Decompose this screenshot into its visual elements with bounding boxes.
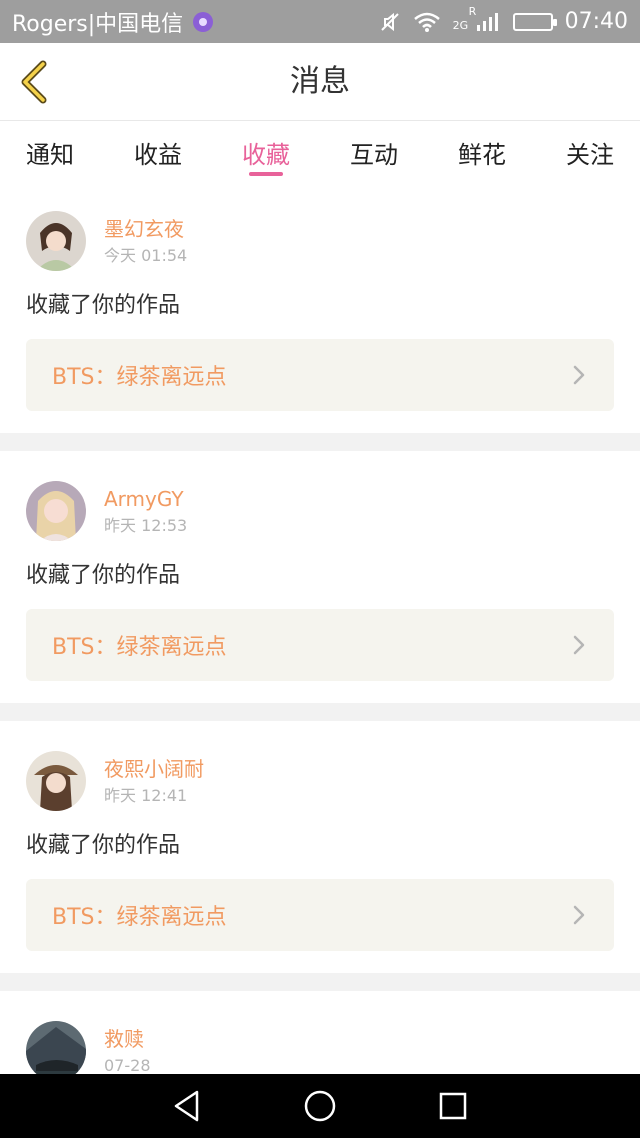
message-header: ArmyGY 昨天 12:53 xyxy=(26,481,614,541)
message-meta: ArmyGY 昨天 12:53 xyxy=(104,485,187,537)
header: 消息 xyxy=(0,43,640,121)
timestamp: 昨天 12:41 xyxy=(104,786,188,805)
wifi-icon xyxy=(413,11,441,33)
message-meta: 夜熙小阔耐 昨天 12:41 xyxy=(104,755,204,807)
avatar[interactable] xyxy=(26,211,86,271)
work-link[interactable]: BTS：绿茶离远点 xyxy=(26,609,614,681)
nav-back-button[interactable] xyxy=(167,1086,207,1126)
action-text: 收藏了你的作品 xyxy=(26,293,181,318)
square-recent-icon xyxy=(440,1092,467,1120)
triangle-back-icon xyxy=(174,1090,198,1122)
action-text: 收藏了你的作品 xyxy=(26,563,181,588)
status-right: 2G R 07:40 xyxy=(379,5,628,34)
tab-notifications[interactable]: 通知 xyxy=(26,121,74,181)
message-card: 救赎 07-28 xyxy=(0,991,640,1074)
tab-interactions[interactable]: 互动 xyxy=(350,121,398,181)
page-title: 消息 xyxy=(290,64,350,99)
chevron-right-icon xyxy=(570,365,588,385)
tab-earnings[interactable]: 收益 xyxy=(134,121,182,181)
message-header: 墨幻玄夜 今天 01:54 xyxy=(26,211,614,271)
action-text: 收藏了你的作品 xyxy=(26,833,181,858)
app-notification-icon xyxy=(193,11,214,32)
network-type: 2G xyxy=(452,18,469,32)
status-bar: Rogers|中国电信 2G R 07:40 xyxy=(0,0,640,43)
username[interactable]: 墨幻玄夜 xyxy=(104,215,187,243)
work-link[interactable]: BTS：绿茶离远点 xyxy=(26,339,614,411)
mute-icon xyxy=(379,11,401,33)
username[interactable]: 救赎 xyxy=(104,1025,151,1053)
message-card: ArmyGY 昨天 12:53 收藏了你的作品 BTS：绿茶离远点 xyxy=(0,451,640,703)
message-card: 夜熙小阔耐 昨天 12:41 收藏了你的作品 BTS：绿茶离远点 xyxy=(0,721,640,973)
work-title: BTS：绿茶离远点 xyxy=(52,635,227,660)
message-meta: 墨幻玄夜 今天 01:54 xyxy=(104,215,187,267)
message-meta: 救赎 07-28 xyxy=(104,1025,151,1074)
message-card: 墨幻玄夜 今天 01:54 收藏了你的作品 BTS：绿茶离远点 xyxy=(0,181,640,433)
nav-recent-button[interactable] xyxy=(433,1086,473,1126)
message-header: 救赎 07-28 xyxy=(26,1021,614,1074)
tab-following[interactable]: 关注 xyxy=(566,121,614,181)
tab-bar: 通知 收益 收藏 互动 鲜花 关注 xyxy=(0,121,640,181)
avatar[interactable] xyxy=(26,751,86,811)
carrier-label: Rogers|中国电信 xyxy=(12,11,184,37)
timestamp: 昨天 12:53 xyxy=(104,516,188,535)
roaming-label: R xyxy=(468,4,477,18)
nav-home-button[interactable] xyxy=(300,1086,340,1126)
avatar[interactable] xyxy=(26,1021,86,1074)
username[interactable]: ArmyGY xyxy=(104,485,187,513)
tab-flowers[interactable]: 鲜花 xyxy=(458,121,506,181)
tab-favorites[interactable]: 收藏 xyxy=(242,121,290,181)
system-nav-bar xyxy=(0,1074,640,1138)
work-link[interactable]: BTS：绿茶离远点 xyxy=(26,879,614,951)
status-left: Rogers|中国电信 xyxy=(12,6,214,38)
battery-icon xyxy=(512,12,557,31)
chevron-right-icon xyxy=(570,905,588,925)
clock: 07:40 xyxy=(564,9,628,34)
work-title: BTS：绿茶离远点 xyxy=(52,905,227,930)
message-header: 夜熙小阔耐 昨天 12:41 xyxy=(26,751,614,811)
circle-home-icon xyxy=(304,1090,336,1122)
timestamp: 今天 01:54 xyxy=(104,246,188,265)
signal-icon: 2G R xyxy=(452,5,501,33)
work-title: BTS：绿茶离远点 xyxy=(52,365,227,390)
timestamp: 07-28 xyxy=(104,1056,151,1074)
chevron-right-icon xyxy=(570,635,588,655)
message-list[interactable]: 墨幻玄夜 今天 01:54 收藏了你的作品 BTS：绿茶离远点 ArmyGY 昨… xyxy=(0,181,640,1074)
avatar[interactable] xyxy=(26,481,86,541)
username[interactable]: 夜熙小阔耐 xyxy=(104,755,204,783)
